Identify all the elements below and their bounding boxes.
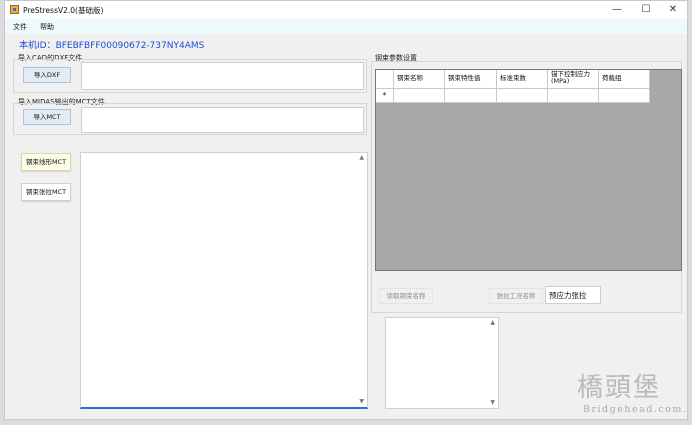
import-mct-button[interactable]: 导入MCT xyxy=(23,109,71,125)
column-load-group[interactable]: 荷载组 xyxy=(599,70,650,89)
menu-bar: 文件 帮助 xyxy=(5,19,687,34)
window-title: PreStressV2.0(基础版) xyxy=(23,6,104,15)
column-standard-count[interactable]: 标准束数 xyxy=(497,70,548,89)
menu-file[interactable]: 文件 xyxy=(13,22,27,32)
scroll-up-icon[interactable]: ▲ xyxy=(359,154,364,161)
maximize-button[interactable]: ☐ xyxy=(633,1,659,19)
menu-help[interactable]: 帮助 xyxy=(40,22,54,32)
close-button[interactable]: ✕ xyxy=(660,1,686,19)
app-icon xyxy=(10,5,19,14)
dxf-path-field[interactable] xyxy=(81,62,364,90)
tendon-name-listbox[interactable]: ▲ ▼ xyxy=(385,317,499,409)
table-cell[interactable] xyxy=(394,89,445,103)
table-cell[interactable] xyxy=(445,89,497,103)
tendon-params-grid[interactable]: 钢束名称 钢束特性值 标准束数 锚下控制应力(MPa) 荷载组 * xyxy=(375,69,682,271)
watermark-logo-en: Bridgehead.com.cn xyxy=(583,404,688,415)
table-cell[interactable] xyxy=(497,89,548,103)
column-tendon-property[interactable]: 钢束特性值 xyxy=(445,70,497,89)
app-window: PreStressV2.0(基础版) — ☐ ✕ 文件 帮助 本机ID：BFEB… xyxy=(4,0,688,420)
column-tendon-name[interactable]: 钢束名称 xyxy=(394,70,445,89)
steel-tendon-tension-mct-button[interactable]: 钢束张拉MCT xyxy=(21,183,71,201)
watermark-logo-cn: 橋頭堡 xyxy=(577,373,662,403)
table-cell[interactable] xyxy=(599,89,650,103)
tension-case-name-button[interactable]: 张拉工况名称 xyxy=(489,288,543,304)
steel-tendon-shape-mct-button[interactable]: 钢束线形MCT xyxy=(21,153,71,171)
output-textarea[interactable]: ▲ ▼ xyxy=(80,152,368,409)
new-row-marker: * xyxy=(376,89,394,103)
read-tendon-names-button[interactable]: 读取钢束名称 xyxy=(379,288,433,304)
table-cell[interactable] xyxy=(548,89,599,103)
scroll-down-icon[interactable]: ▼ xyxy=(359,398,364,405)
minimize-button[interactable]: — xyxy=(604,1,630,19)
grid-row-header-corner xyxy=(376,70,394,89)
import-dxf-button[interactable]: 导入DXF xyxy=(23,67,71,83)
scroll-up-icon[interactable]: ▲ xyxy=(490,319,495,326)
mct-path-field[interactable] xyxy=(81,107,364,133)
tension-case-name-field[interactable]: 预应力张拉 xyxy=(545,286,601,304)
scroll-down-icon[interactable]: ▼ xyxy=(490,399,495,406)
column-anchor-stress[interactable]: 锚下控制应力(MPa) xyxy=(548,70,599,89)
title-bar: PreStressV2.0(基础版) — ☐ ✕ xyxy=(5,1,687,19)
machine-id: 本机ID：BFEBFBFF00090672-737NY4AMS xyxy=(19,41,205,51)
